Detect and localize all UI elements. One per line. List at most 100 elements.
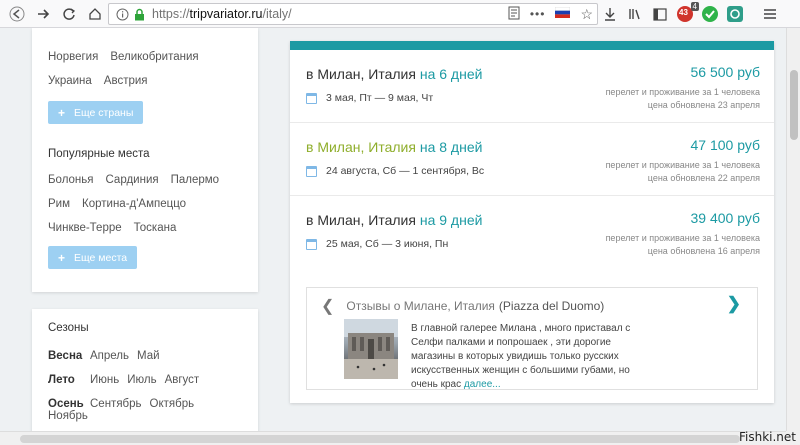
country-link[interactable]: Австрия — [104, 75, 148, 87]
forward-icon[interactable] — [30, 1, 56, 27]
trip-days: на 8 дней — [419, 139, 483, 155]
results-panel: в Милан, Италия на 6 дней 3 мая, Пт — 9 … — [290, 41, 774, 403]
trip-dates: 24 августа, Сб — 1 сентября, Вс — [306, 165, 484, 177]
url-text: https://tripvariator.ru/italy/ — [152, 7, 292, 21]
trip-result[interactable]: в Милан, Италия на 8 дней 24 августа, Сб… — [290, 123, 774, 196]
shield-addon-icon[interactable] — [725, 4, 745, 24]
trip-meta: перелет и проживание за 1 человека цена о… — [606, 232, 760, 258]
calendar-icon — [306, 165, 317, 177]
horizontal-scrollbar[interactable] — [0, 431, 786, 445]
check-addon-icon[interactable] — [700, 4, 720, 24]
accent-bar — [290, 41, 774, 50]
place-link[interactable]: Сардиния — [106, 174, 159, 186]
season-row: Лето Июнь Июль Август — [48, 374, 242, 386]
country-link[interactable]: Норвегия — [48, 51, 98, 63]
season-row: Весна Апрель Май — [48, 350, 242, 362]
places-row: Болонья Сардиния Палермо — [48, 174, 242, 186]
country-link[interactable]: Великобритания — [110, 51, 198, 63]
bookmark-star-icon[interactable]: ☆ — [580, 6, 593, 23]
filter-card: Норвегия Великобритания Украина Австрия … — [32, 28, 258, 292]
more-countries-label: Еще страны — [74, 106, 134, 119]
review-text: В главной галерее Милана , много пристав… — [411, 322, 636, 392]
trip-dates-text: 25 мая, Сб — 3 июня, Пн — [326, 238, 449, 250]
page-actions-icon[interactable]: ••• — [530, 7, 546, 21]
back-icon[interactable] — [4, 1, 30, 27]
more-places-button[interactable]: + Еще места — [48, 246, 138, 269]
info-icon[interactable] — [115, 7, 129, 21]
trip-dates: 3 мая, Пт — 9 мая, Чт — [306, 92, 433, 104]
place-link[interactable]: Тоскана — [134, 222, 177, 234]
month-link[interactable]: Апрель — [90, 350, 129, 362]
russia-flag-icon[interactable] — [555, 6, 571, 21]
trip-price: 39 400 руб — [690, 210, 760, 226]
place-link[interactable]: Болонья — [48, 174, 94, 186]
trip-title: в Милан, Италия на 8 дней — [306, 139, 482, 155]
month-link[interactable]: Сентябрь — [90, 398, 142, 410]
trip-price: 56 500 руб — [690, 64, 760, 80]
trip-price: 47 100 руб — [690, 137, 760, 153]
countries-row: Украина Австрия — [48, 75, 242, 87]
review-title: Отзывы о Милане, Италия — [346, 299, 495, 313]
trip-meta-line: перелет и проживание за 1 человека — [605, 87, 760, 97]
reader-view-icon[interactable] — [508, 6, 520, 23]
reload-icon[interactable] — [56, 1, 82, 27]
review-place: (Piazza del Duomo) — [498, 299, 605, 313]
season-name[interactable]: Лето — [48, 374, 78, 386]
countries-row: Норвегия Великобритания — [48, 51, 242, 63]
vertical-scrollbar[interactable] — [786, 28, 800, 431]
trip-title: в Милан, Италия на 6 дней — [306, 66, 482, 82]
trip-days: на 9 дней — [419, 212, 483, 228]
trip-dates-text: 3 мая, Пт — 9 мая, Чт — [326, 92, 434, 104]
library-icon[interactable] — [625, 4, 645, 24]
page-content: Норвегия Великобритания Украина Австрия … — [0, 28, 786, 431]
chevron-left-icon[interactable]: ❮ — [321, 296, 334, 316]
review-header: ❮ Отзывы о Милане, Италия (Piazza del Du… — [321, 296, 604, 316]
month-link[interactable]: Ноябрь — [48, 410, 88, 422]
month-link[interactable]: Июнь — [90, 374, 119, 386]
month-link[interactable]: Октябрь — [150, 398, 195, 410]
month-link[interactable]: Август — [165, 374, 200, 386]
address-bar[interactable]: https://tripvariator.ru/italy/ ••• ☆ — [108, 3, 598, 25]
place-link[interactable]: Кортина-д'Ампеццо — [82, 198, 186, 210]
trip-result[interactable]: в Милан, Италия на 6 дней 3 мая, Пт — 9 … — [290, 50, 774, 123]
menu-icon[interactable] — [760, 4, 780, 24]
seasons-card: Сезоны Весна Апрель Май Лето Июнь Июль А… — [32, 309, 258, 431]
trip-meta-line: перелет и проживание за 1 человека — [605, 233, 760, 243]
home-icon[interactable] — [82, 1, 108, 27]
trip-city: в Милан, Италия — [306, 139, 416, 155]
places-row: Рим Кортина-д'Ампеццо — [48, 198, 242, 210]
trip-result[interactable]: в Милан, Италия на 9 дней 25 мая, Сб — 3… — [290, 196, 774, 269]
month-link[interactable]: Июль — [127, 374, 156, 386]
trip-meta: перелет и проживание за 1 человека цена о… — [606, 159, 760, 185]
review-more-link[interactable]: далее... — [464, 379, 501, 390]
trip-price-updated: цена обновлена 23 апреля — [647, 100, 760, 110]
scroll-thumb[interactable] — [790, 70, 798, 140]
popular-places-title: Популярные места — [48, 148, 150, 160]
trip-city: в Милан, Италия — [306, 212, 416, 228]
place-link[interactable]: Палермо — [171, 174, 219, 186]
calendar-icon — [306, 238, 317, 250]
trip-meta-line: перелет и проживание за 1 человека — [605, 160, 760, 170]
more-countries-button[interactable]: + Еще страны — [48, 101, 144, 124]
review-body: В главной галерее Милана , много пристав… — [411, 323, 631, 390]
month-link[interactable]: Май — [137, 350, 160, 362]
country-link[interactable]: Украина — [48, 75, 92, 87]
trip-dates: 25 мая, Сб — 3 июня, Пн — [306, 238, 448, 250]
scroll-thumb[interactable] — [20, 435, 740, 443]
plus-icon: + — [58, 250, 66, 265]
trip-dates-text: 24 августа, Сб — 1 сентября, Вс — [326, 165, 485, 177]
trip-price-updated: цена обновлена 22 апреля — [647, 173, 760, 183]
addon-badge-icon[interactable]: 43 4 — [675, 2, 699, 24]
season-name[interactable]: Весна — [48, 350, 82, 362]
chevron-right-icon[interactable]: ❯ — [727, 294, 741, 314]
sidebar-icon[interactable] — [650, 4, 670, 24]
place-link[interactable]: Чинкве-Терре — [48, 222, 122, 234]
review-photo[interactable] — [344, 319, 398, 379]
lock-icon — [132, 7, 146, 21]
download-icon[interactable] — [600, 4, 620, 24]
place-link[interactable]: Рим — [48, 198, 70, 210]
calendar-icon — [306, 92, 317, 104]
season-row: Осень Сентябрь Октябрь Ноябрь — [48, 398, 242, 422]
season-name[interactable]: Осень — [48, 398, 84, 410]
watermark: Fishki.net — [738, 430, 796, 444]
